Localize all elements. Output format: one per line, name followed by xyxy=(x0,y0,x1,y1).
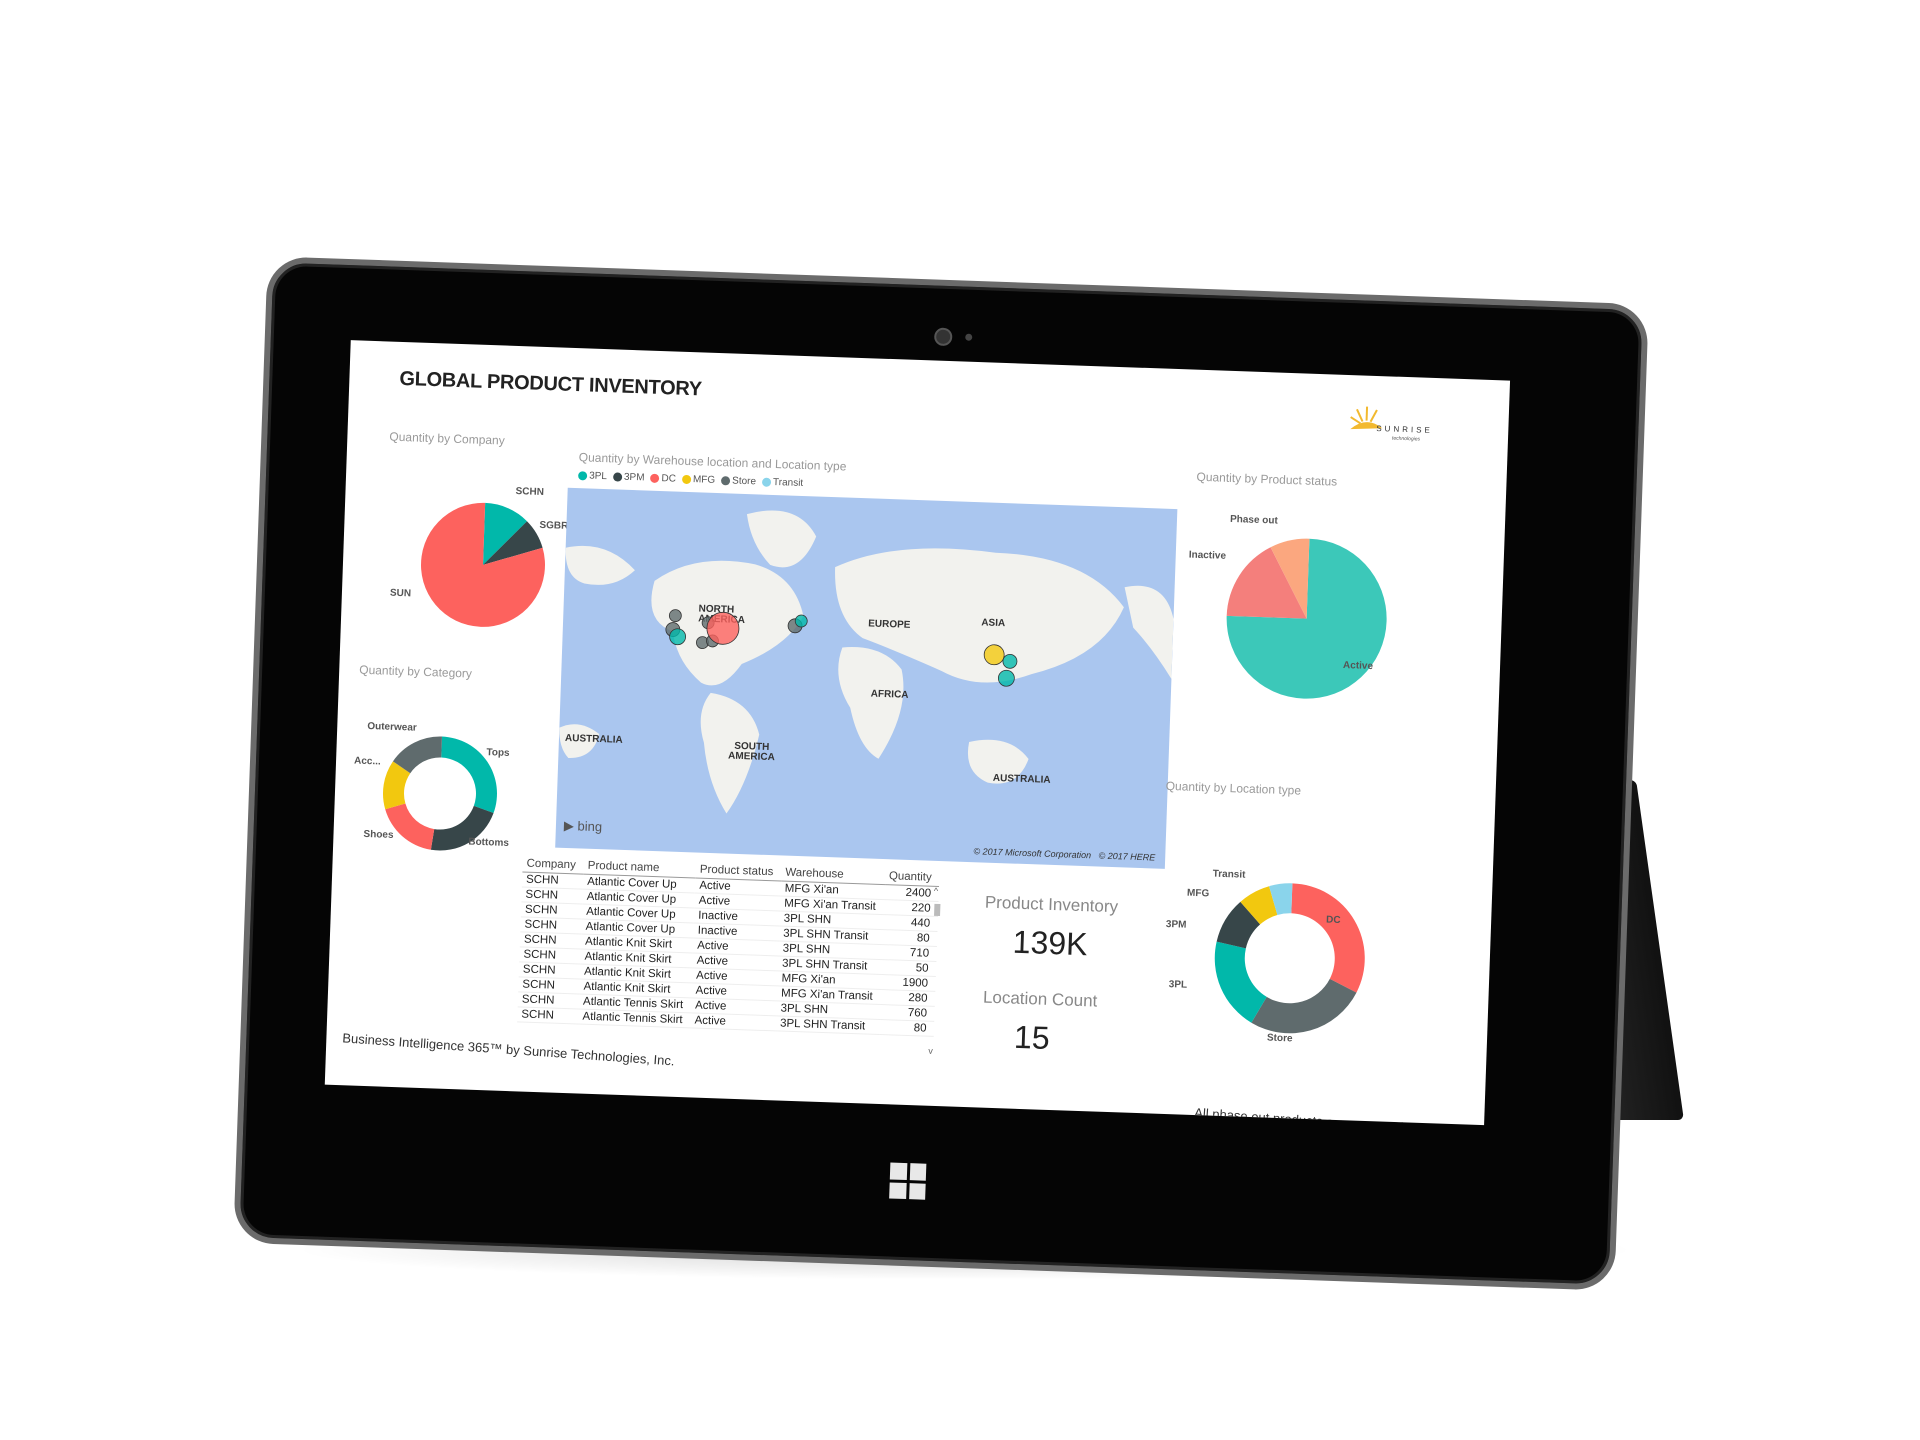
table-cell: SCHN xyxy=(517,1006,579,1024)
tablet-device: GLOBAL PRODUCT INVENTORY SUNRISE technol… xyxy=(233,256,1649,1291)
slice-label-outerwear: Outerwear xyxy=(367,720,417,734)
slice-label-tops: Tops xyxy=(486,747,510,759)
bing-logo: ▶ bing xyxy=(563,817,603,835)
slice-label-store: Store xyxy=(1266,1032,1293,1045)
map-bubble[interactable] xyxy=(668,609,682,623)
svg-text:technologies: technologies xyxy=(1392,436,1421,443)
legend-mfg[interactable]: MFG xyxy=(681,474,715,486)
world-map[interactable]: NORTH AMERICA EUROPE ASIA AFRICA SOUTH A… xyxy=(555,487,1178,869)
slice-label-inactive: Inactive xyxy=(1188,549,1227,562)
status-chart-title: Quantity by Product status xyxy=(1196,469,1338,489)
map-bubble[interactable] xyxy=(794,614,808,628)
table-cell: Active xyxy=(690,1012,777,1031)
table-cell: 3PL SHN Transit xyxy=(775,1015,880,1035)
sunrise-logo: SUNRISE technologies xyxy=(1350,406,1433,443)
slice-label-active: Active xyxy=(1342,659,1374,673)
slice-label-acc: Acc... xyxy=(353,755,381,768)
slice-label-schn: SCHN xyxy=(515,485,545,498)
map-bubble[interactable] xyxy=(997,669,1015,687)
legend-3pl[interactable]: 3PL xyxy=(578,470,607,482)
status-pie-chart[interactable] xyxy=(1208,520,1415,717)
slice-label-sgbr: SGBR xyxy=(539,519,569,532)
slice-label-mfg: MFG xyxy=(1186,887,1210,900)
slice-label-transit: Transit xyxy=(1212,868,1246,881)
category-chart-title: Quantity by Category xyxy=(359,662,473,681)
table-cell: 80 xyxy=(879,1019,935,1037)
legend-store[interactable]: Store xyxy=(720,475,756,487)
kpi-value-location-count: 15 xyxy=(1013,1018,1051,1056)
map-bubble[interactable] xyxy=(983,644,1005,666)
svg-text:SUNRISE: SUNRISE xyxy=(1376,424,1433,435)
slice-label-shoes: Shoes xyxy=(363,828,394,841)
kpi-label-location-count: Location Count xyxy=(982,987,1098,1011)
slice-label-phase-out: Phase out xyxy=(1229,513,1279,527)
slice-label-sun: SUN xyxy=(389,587,412,600)
map-bubble[interactable] xyxy=(706,611,740,645)
slice-label-3pl: 3PL xyxy=(1168,979,1188,991)
page-title: GLOBAL PRODUCT INVENTORY xyxy=(399,367,703,401)
slice-store[interactable] xyxy=(1251,976,1357,1035)
dashboard-screen: GLOBAL PRODUCT INVENTORY SUNRISE technol… xyxy=(324,340,1511,1126)
kpi-label-product-inventory: Product Inventory xyxy=(984,892,1119,917)
table-cell: Atlantic Tennis Skirt xyxy=(578,1009,691,1028)
slice-shoes[interactable] xyxy=(384,803,435,850)
slice-label-bottoms: Bottoms xyxy=(468,836,510,849)
map-bubble[interactable] xyxy=(669,628,687,646)
map-bubbles[interactable] xyxy=(555,488,1177,869)
legend-3pm[interactable]: 3PM xyxy=(612,471,645,483)
note-text: All phase out products are accessories xyxy=(1193,1105,1418,1126)
map-legend: 3PL 3PM DC MFG Store Transit xyxy=(578,470,803,489)
legend-transit[interactable]: Transit xyxy=(761,477,803,489)
map-title: Quantity by Warehouse location and Locat… xyxy=(578,450,847,474)
slice-label-3pm: 3PM xyxy=(1165,918,1187,931)
company-chart-title: Quantity by Company xyxy=(389,429,505,448)
kpi-value-product-inventory: 139K xyxy=(1012,923,1089,963)
slice-label-dc: DC xyxy=(1325,914,1341,927)
svg-text:^: ^ xyxy=(934,886,939,896)
location-chart-title: Quantity by Location type xyxy=(1165,778,1302,798)
company-pie-chart[interactable] xyxy=(380,471,586,658)
slice-dc[interactable] xyxy=(1289,883,1368,993)
inventory-table[interactable]: Company Product name Product status Warehou… xyxy=(517,856,940,1050)
camera-icon xyxy=(933,327,953,347)
sensor-icon xyxy=(965,333,973,341)
windows-button[interactable] xyxy=(889,1162,927,1200)
legend-dc[interactable]: DC xyxy=(650,473,676,485)
map-bubble[interactable] xyxy=(1002,653,1018,669)
location-donut-chart[interactable] xyxy=(1207,876,1372,1041)
slice-sun[interactable] xyxy=(419,501,547,629)
